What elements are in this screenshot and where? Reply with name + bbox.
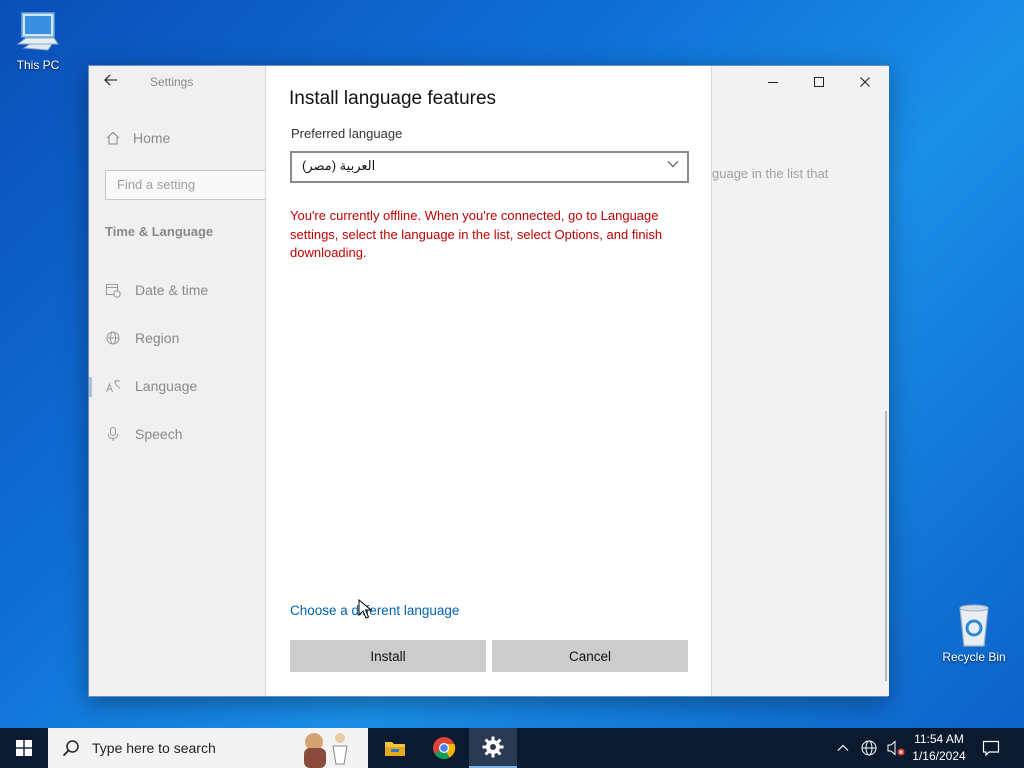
sidebar-item-label: Region [135, 330, 180, 346]
clock-date: 1/16/2024 [912, 749, 966, 763]
home-icon [106, 131, 120, 145]
scrollbar-thumb[interactable] [885, 411, 887, 681]
find-setting-input[interactable]: Find a setting [105, 170, 275, 200]
chevron-up-icon[interactable] [836, 741, 850, 755]
system-tray [836, 728, 906, 768]
taskbar-chrome[interactable] [420, 728, 468, 768]
desktop-icon-recycle-bin[interactable]: Recycle Bin [938, 602, 1010, 664]
preferred-language-dropdown[interactable]: العربية (مصر) [290, 151, 689, 183]
choose-different-language-link[interactable]: Choose a different language [290, 603, 459, 618]
taskbar-file-explorer[interactable] [371, 728, 419, 768]
desktop-icon-label: This PC [16, 58, 60, 72]
desktop-icon-this-pc[interactable]: This PC [2, 10, 74, 72]
maximize-button[interactable] [796, 70, 842, 94]
chevron-down-icon [667, 158, 679, 173]
settings-gear-icon [482, 736, 504, 758]
minimize-button[interactable] [750, 70, 796, 94]
cancel-button[interactable]: Cancel [492, 640, 688, 672]
chrome-icon [433, 737, 456, 759]
notification-icon [982, 740, 1000, 757]
search-placeholder: Find a setting [117, 177, 196, 192]
sidebar-item-label: Speech [135, 426, 183, 442]
desktop-icon-label: Recycle Bin [942, 650, 1006, 664]
sidebar-item-label: Date & time [135, 282, 209, 298]
settings-window: Settings Home Find a setting Time & Lang… [88, 65, 889, 697]
section-title: Time & Language [105, 224, 214, 239]
volume-muted-icon[interactable] [886, 739, 906, 757]
taskbar-settings[interactable] [469, 728, 517, 768]
mouse-cursor-icon [358, 599, 372, 619]
microphone-icon [108, 427, 118, 441]
clock-time: 11:54 AM [914, 732, 964, 746]
network-globe-icon[interactable] [860, 739, 878, 757]
sidebar-item-label: Language [135, 378, 198, 394]
sidebar-item-date-time[interactable]: Date & time [105, 282, 208, 298]
nav-home-label: Home [133, 130, 171, 146]
active-indicator [89, 377, 92, 397]
computer-icon [16, 12, 59, 51]
action-center-button[interactable] [968, 728, 1014, 768]
settings-content-pane: guage in the list that [712, 66, 889, 696]
calendar-clock-icon [106, 284, 121, 298]
close-button[interactable] [842, 70, 888, 94]
sidebar-item-speech[interactable]: Speech [105, 426, 182, 442]
arrow-left-icon [104, 74, 117, 86]
install-language-dialog: Install language features Preferred lang… [265, 66, 712, 696]
globe-icon [106, 331, 120, 345]
taskbar-search-placeholder: Type here to search [92, 740, 216, 756]
close-icon [860, 77, 870, 87]
app-title: Settings [150, 75, 194, 89]
settings-sidebar: Settings Home Find a setting Time & Lang… [89, 66, 275, 696]
recycle-bin-icon [959, 604, 989, 647]
selected-language: العربية (مصر) [302, 158, 376, 173]
taskbar-search-box[interactable]: Type here to search [48, 728, 368, 768]
minimize-icon [768, 82, 778, 83]
preferred-language-label: Preferred language [291, 126, 403, 141]
search-icon [62, 740, 79, 757]
windows-logo-icon [16, 740, 32, 756]
file-explorer-icon [385, 742, 405, 756]
nav-home[interactable]: Home [105, 130, 170, 146]
background-text: guage in the list that [712, 166, 829, 181]
sidebar-item-language[interactable]: Language [105, 378, 197, 394]
offline-message: You're currently offline. When you're co… [290, 208, 663, 260]
start-button[interactable] [0, 728, 48, 768]
install-button[interactable]: Install [290, 640, 486, 672]
taskbar: Type here to search 11:54 AM 1/16/2024 [0, 728, 1024, 768]
sidebar-item-region[interactable]: Region [105, 330, 179, 346]
taskbar-clock[interactable]: 11:54 AM 1/16/2024 [906, 731, 972, 765]
back-button[interactable] [103, 72, 125, 94]
language-icon [106, 379, 121, 393]
search-highlight-illustration-icon [300, 728, 366, 768]
dialog-title: Install language features [289, 88, 497, 109]
maximize-icon [814, 77, 824, 87]
